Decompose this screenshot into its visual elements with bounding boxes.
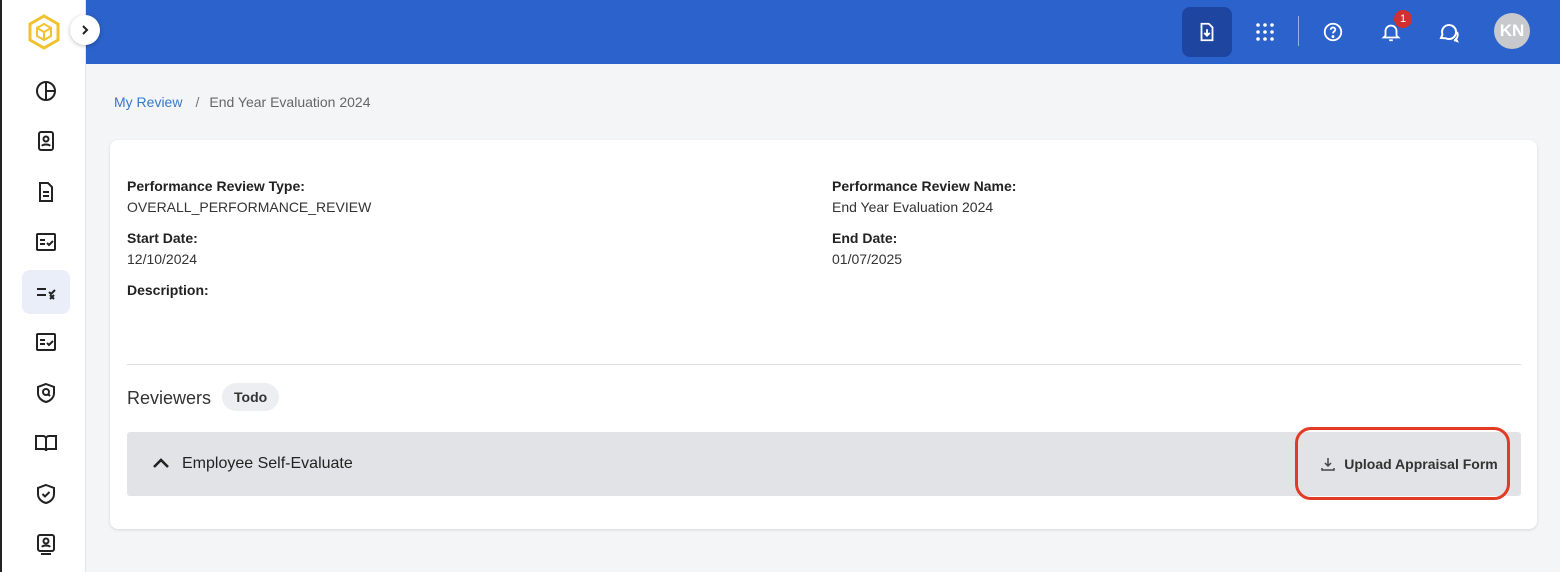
description-label: Description: (127, 282, 209, 298)
sidebar-item-tasks[interactable] (22, 220, 70, 264)
pie-chart-icon (36, 81, 56, 101)
accordion-title[interactable]: Employee Self-Evaluate (182, 455, 353, 473)
upload-appraisal-form-button[interactable]: Upload Appraisal Form (1311, 444, 1507, 484)
sidebar-item-profile[interactable] (22, 119, 70, 163)
section-divider (127, 364, 1521, 365)
user-badge-icon (37, 534, 55, 555)
sidebar-item-handbook[interactable] (22, 421, 70, 465)
checklist-icon (36, 233, 56, 251)
notification-badge: 1 (1394, 10, 1412, 28)
header-divider (1298, 16, 1299, 46)
user-avatar[interactable]: KN (1494, 13, 1530, 49)
download-document-button[interactable] (1182, 7, 1232, 57)
sidebar-item-assessments[interactable] (22, 320, 70, 364)
review-type-value: OVERALL_PERFORMANCE_REVIEW (127, 199, 372, 215)
end-date-value: 01/07/2025 (832, 251, 903, 267)
start-date-label: Start Date: (127, 230, 198, 246)
help-circle-icon (1323, 22, 1343, 42)
chat-bubbles-icon (1439, 24, 1459, 43)
start-date-value: 12/10/2024 (127, 251, 198, 267)
book-icon (35, 435, 57, 452)
shield-search-icon (37, 382, 55, 404)
notifications-button[interactable]: 1 (1366, 7, 1416, 57)
review-type-label: Performance Review Type: (127, 178, 305, 194)
review-name-label: Performance Review Name: (832, 178, 1017, 194)
sidebar-expand-button[interactable] (70, 15, 100, 45)
breadcrumb-my-review-link[interactable]: My Review (114, 94, 182, 110)
status-badge: Todo (222, 383, 280, 411)
breadcrumb-separator: / (195, 94, 200, 110)
employee-self-evaluate-accordion: Employee Self-Evaluate Upload Appraisal … (127, 432, 1521, 496)
top-header: 1 KN (86, 0, 1560, 64)
sidebar-item-dashboard[interactable] (22, 69, 70, 113)
left-sidebar (0, 0, 86, 572)
help-button[interactable] (1308, 7, 1358, 57)
contact-card-icon (38, 131, 54, 151)
apps-grid-icon (1256, 23, 1274, 41)
end-date-label: End Date: (832, 230, 898, 246)
list-check-icon (37, 288, 56, 300)
checklist-icon (36, 333, 56, 351)
chat-button[interactable] (1424, 7, 1474, 57)
app-logo-icon[interactable] (27, 14, 61, 50)
breadcrumb-current: End Year Evaluation 2024 (209, 94, 371, 110)
download-icon (1321, 458, 1335, 471)
sidebar-item-audit[interactable] (22, 371, 70, 415)
sidebar-item-documents[interactable] (22, 170, 70, 214)
review-name-value: End Year Evaluation 2024 (832, 199, 994, 215)
document-icon (39, 182, 53, 202)
upload-button-label: Upload Appraisal Form (1344, 456, 1498, 472)
sidebar-item-reviews[interactable] (22, 270, 70, 314)
apps-grid-button[interactable] (1240, 7, 1290, 57)
sidebar-item-directory[interactable] (22, 522, 70, 566)
file-download-icon (1200, 22, 1214, 42)
reviewers-title: Reviewers (127, 388, 212, 408)
shield-check-icon (37, 483, 55, 505)
chevron-right-icon (82, 25, 89, 35)
chevron-up-icon[interactable] (149, 452, 173, 476)
breadcrumb: My Review / End Year Evaluation 2024 (114, 94, 371, 110)
review-details-card: Performance Review Type: OVERALL_PERFORM… (110, 140, 1537, 529)
sidebar-item-compliance[interactable] (22, 472, 70, 516)
